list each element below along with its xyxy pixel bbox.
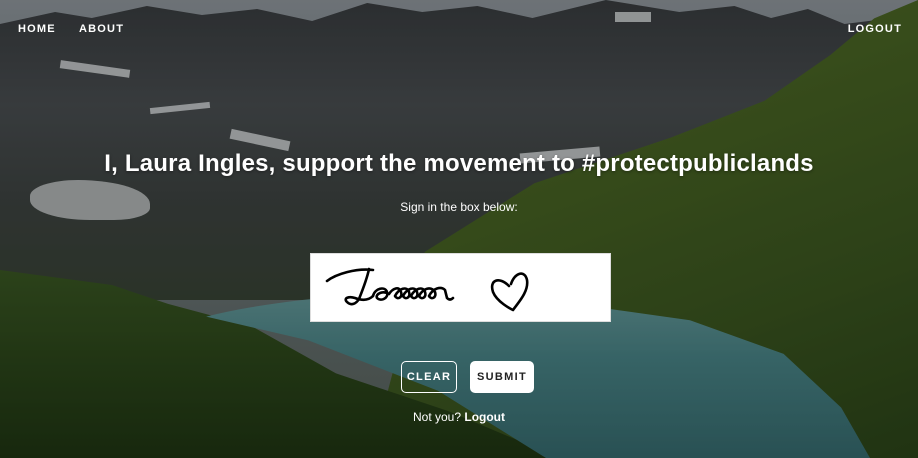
footer-logout-link[interactable]: Logout (464, 410, 505, 424)
nav-logout-link[interactable]: LOGOUT (848, 23, 902, 35)
signature-drawing (325, 267, 529, 312)
background-landscape (0, 0, 918, 458)
not-you-line: Not you? Logout (0, 410, 918, 424)
not-you-text: Not you? (412, 410, 462, 424)
page-title: I, Laura Ingles, support the movement to… (104, 150, 814, 177)
signature-pad[interactable] (310, 253, 611, 322)
nav-about-link[interactable]: ABOUT (79, 23, 124, 35)
sign-instruction: Sign in the box below: (400, 200, 518, 214)
clear-button[interactable]: CLEAR (401, 361, 457, 393)
dark-overlay (0, 0, 918, 458)
submit-button[interactable]: SUBMIT (470, 361, 534, 393)
nav-home-link[interactable]: HOME (18, 23, 56, 35)
top-nav: HOME ABOUT LOGOUT (18, 23, 902, 37)
